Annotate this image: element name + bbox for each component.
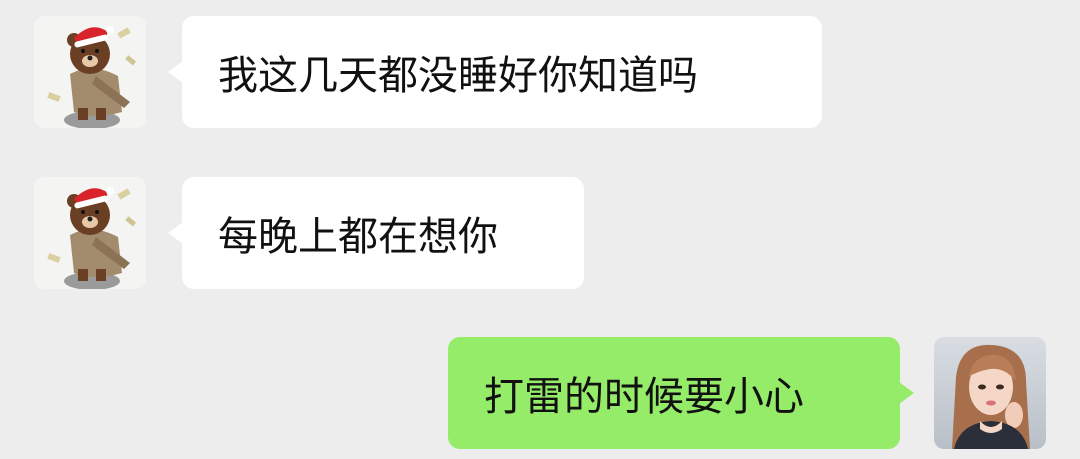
message-row-incoming: 每晚上都在想你	[0, 177, 1080, 289]
incoming-message-bubble[interactable]: 每晚上都在想你	[168, 177, 584, 289]
message-text: 我这几天都没睡好你知道吗	[218, 53, 698, 99]
message-row-incoming: 我这几天都没睡好你知道吗	[0, 16, 1080, 128]
girl-portrait-icon	[934, 337, 1046, 449]
message-text: 每晚上都在想你	[218, 214, 498, 260]
bubble-tail	[168, 61, 183, 83]
incoming-message-bubble[interactable]: 我这几天都没睡好你知道吗	[168, 16, 822, 128]
self-avatar[interactable]	[934, 337, 1046, 449]
message-text: 打雷的时候要小心	[484, 374, 804, 420]
bubble-tail	[899, 382, 914, 404]
contact-avatar[interactable]	[34, 16, 146, 128]
bubble-tail	[168, 222, 183, 244]
brown-bear-santa-hat-icon	[34, 16, 146, 128]
contact-avatar[interactable]	[34, 177, 146, 289]
outgoing-message-bubble[interactable]: 打雷的时候要小心	[448, 337, 914, 449]
brown-bear-santa-hat-icon	[34, 177, 146, 289]
message-row-outgoing: 打雷的时候要小心	[0, 337, 1080, 449]
